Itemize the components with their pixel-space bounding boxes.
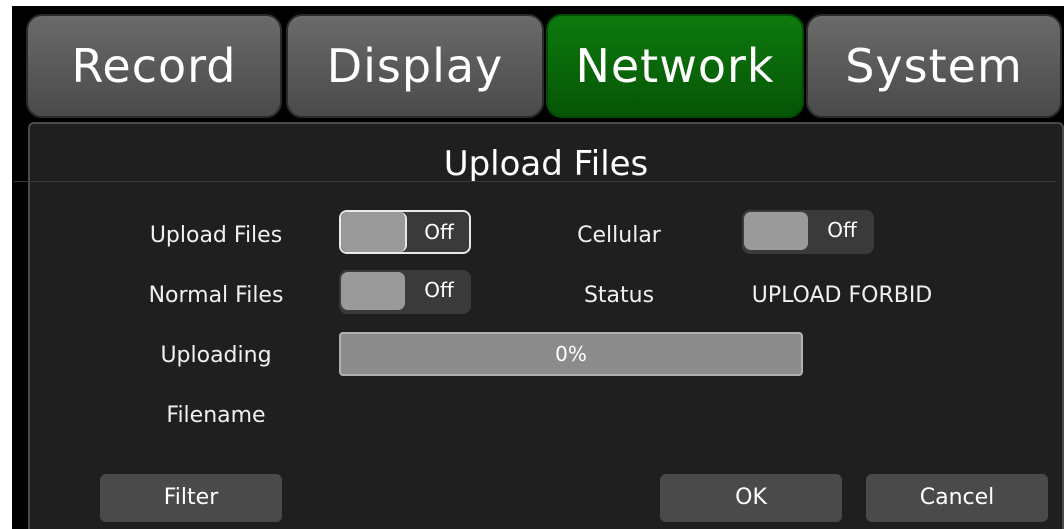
normal-files-label: Normal Files: [148, 283, 284, 308]
filter-button[interactable]: Filter: [100, 474, 282, 522]
cellular-label: Cellular: [577, 223, 661, 248]
uploading-label: Uploading: [160, 343, 272, 368]
cancel-button[interactable]: Cancel: [866, 474, 1048, 522]
tab-record[interactable]: Record: [26, 14, 282, 118]
normal-files-toggle-value: Off: [424, 278, 454, 302]
upload-progress-bar: 0%: [339, 332, 803, 376]
tab-network[interactable]: Network: [546, 14, 804, 118]
tab-system-label: System: [845, 39, 1023, 93]
upload-files-toggle[interactable]: Off: [339, 210, 471, 254]
cellular-toggle[interactable]: Off: [742, 210, 874, 254]
normal-files-toggle[interactable]: Off: [339, 270, 471, 314]
toggle-knob: [341, 212, 407, 252]
tab-record-label: Record: [71, 39, 237, 93]
status-value: UPLOAD FORBID: [751, 283, 933, 308]
tab-network-label: Network: [575, 39, 775, 93]
upload-files-label: Upload Files: [149, 223, 283, 248]
tab-display-label: Display: [326, 39, 504, 93]
upload-files-toggle-value: Off: [424, 220, 454, 244]
ok-button[interactable]: OK: [660, 474, 842, 522]
tab-system[interactable]: System: [806, 14, 1062, 118]
toggle-knob: [744, 212, 808, 250]
cellular-toggle-value: Off: [827, 218, 857, 242]
tab-display[interactable]: Display: [286, 14, 544, 118]
status-label: Status: [583, 283, 655, 308]
filename-label: Filename: [166, 403, 266, 428]
toggle-knob: [341, 272, 405, 310]
upload-progress-text: 0%: [555, 342, 587, 366]
panel-title: Upload Files: [443, 144, 649, 184]
title-divider: [14, 181, 1056, 182]
upload-files-panel: Upload Files: [28, 122, 1064, 529]
